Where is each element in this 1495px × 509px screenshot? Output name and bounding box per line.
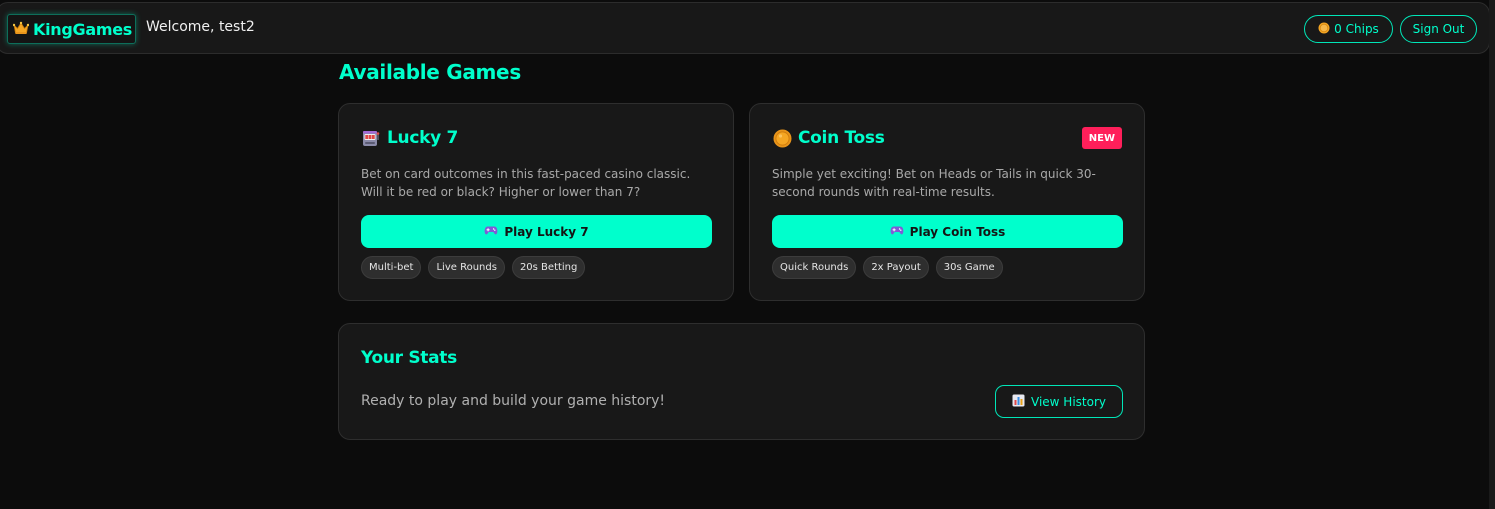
tag: 20s Betting	[511, 256, 586, 279]
gamepad-icon	[484, 225, 498, 239]
gamepad-icon	[890, 225, 904, 239]
card-header: Lucky 7	[361, 128, 458, 148]
coin-icon	[1318, 22, 1330, 37]
tag: 2x Payout	[863, 256, 929, 279]
tag: 30s Game	[935, 256, 1003, 279]
sign-out-button[interactable]: Sign Out	[1400, 15, 1477, 43]
view-history-button[interactable]: View History	[995, 385, 1123, 418]
view-history-label: View History	[1031, 394, 1106, 409]
stats-card: Your Stats Ready to play and build your …	[338, 323, 1145, 440]
tag: Live Rounds	[428, 256, 505, 279]
game-card-coin-toss: Coin Toss NEW Simple yet exciting! Bet o…	[749, 103, 1145, 301]
game-title: Lucky 7	[387, 128, 459, 148]
brand-logo[interactable]: KingGames	[7, 14, 137, 44]
chips-balance[interactable]: 0 Chips	[1304, 15, 1393, 43]
coin-icon	[772, 128, 792, 148]
game-title: Coin Toss	[798, 128, 885, 148]
slot-machine-icon	[361, 128, 381, 148]
tag: Quick Rounds	[772, 256, 857, 279]
top-navbar: KingGames Welcome, test2 0 Chips Sign Ou…	[0, 2, 1490, 54]
crown-icon	[12, 20, 30, 39]
play-button-label: Play Lucky 7	[504, 224, 589, 239]
stats-message: Ready to play and build your game histor…	[361, 393, 666, 409]
game-card-lucky-7: Lucky 7 Bet on card outcomes in this fas…	[338, 103, 734, 301]
scrollbar[interactable]	[1489, 0, 1495, 509]
play-coin-toss-button[interactable]: Play Coin Toss	[772, 215, 1123, 248]
new-badge: NEW	[1081, 127, 1122, 149]
play-lucky-7-button[interactable]: Play Lucky 7	[361, 215, 712, 248]
welcome-message: Welcome, test2	[146, 19, 255, 35]
game-tags: Multi-bet Live Rounds 20s Betting	[361, 256, 586, 279]
stats-title: Your Stats	[361, 348, 457, 368]
game-description: Bet on card outcomes in this fast-paced …	[361, 167, 691, 199]
tag: Multi-bet	[361, 256, 422, 279]
chips-label: 0 Chips	[1334, 22, 1379, 36]
page-title: Available Games	[339, 60, 521, 84]
card-header: Coin Toss	[772, 128, 885, 148]
game-tags: Quick Rounds 2x Payout 30s Game	[772, 256, 1003, 279]
bar-chart-icon	[1012, 394, 1025, 410]
play-button-label: Play Coin Toss	[909, 224, 1006, 239]
game-description: Simple yet exciting! Bet on Heads or Tai…	[772, 167, 1096, 199]
brand-name: KingGames	[33, 19, 133, 39]
